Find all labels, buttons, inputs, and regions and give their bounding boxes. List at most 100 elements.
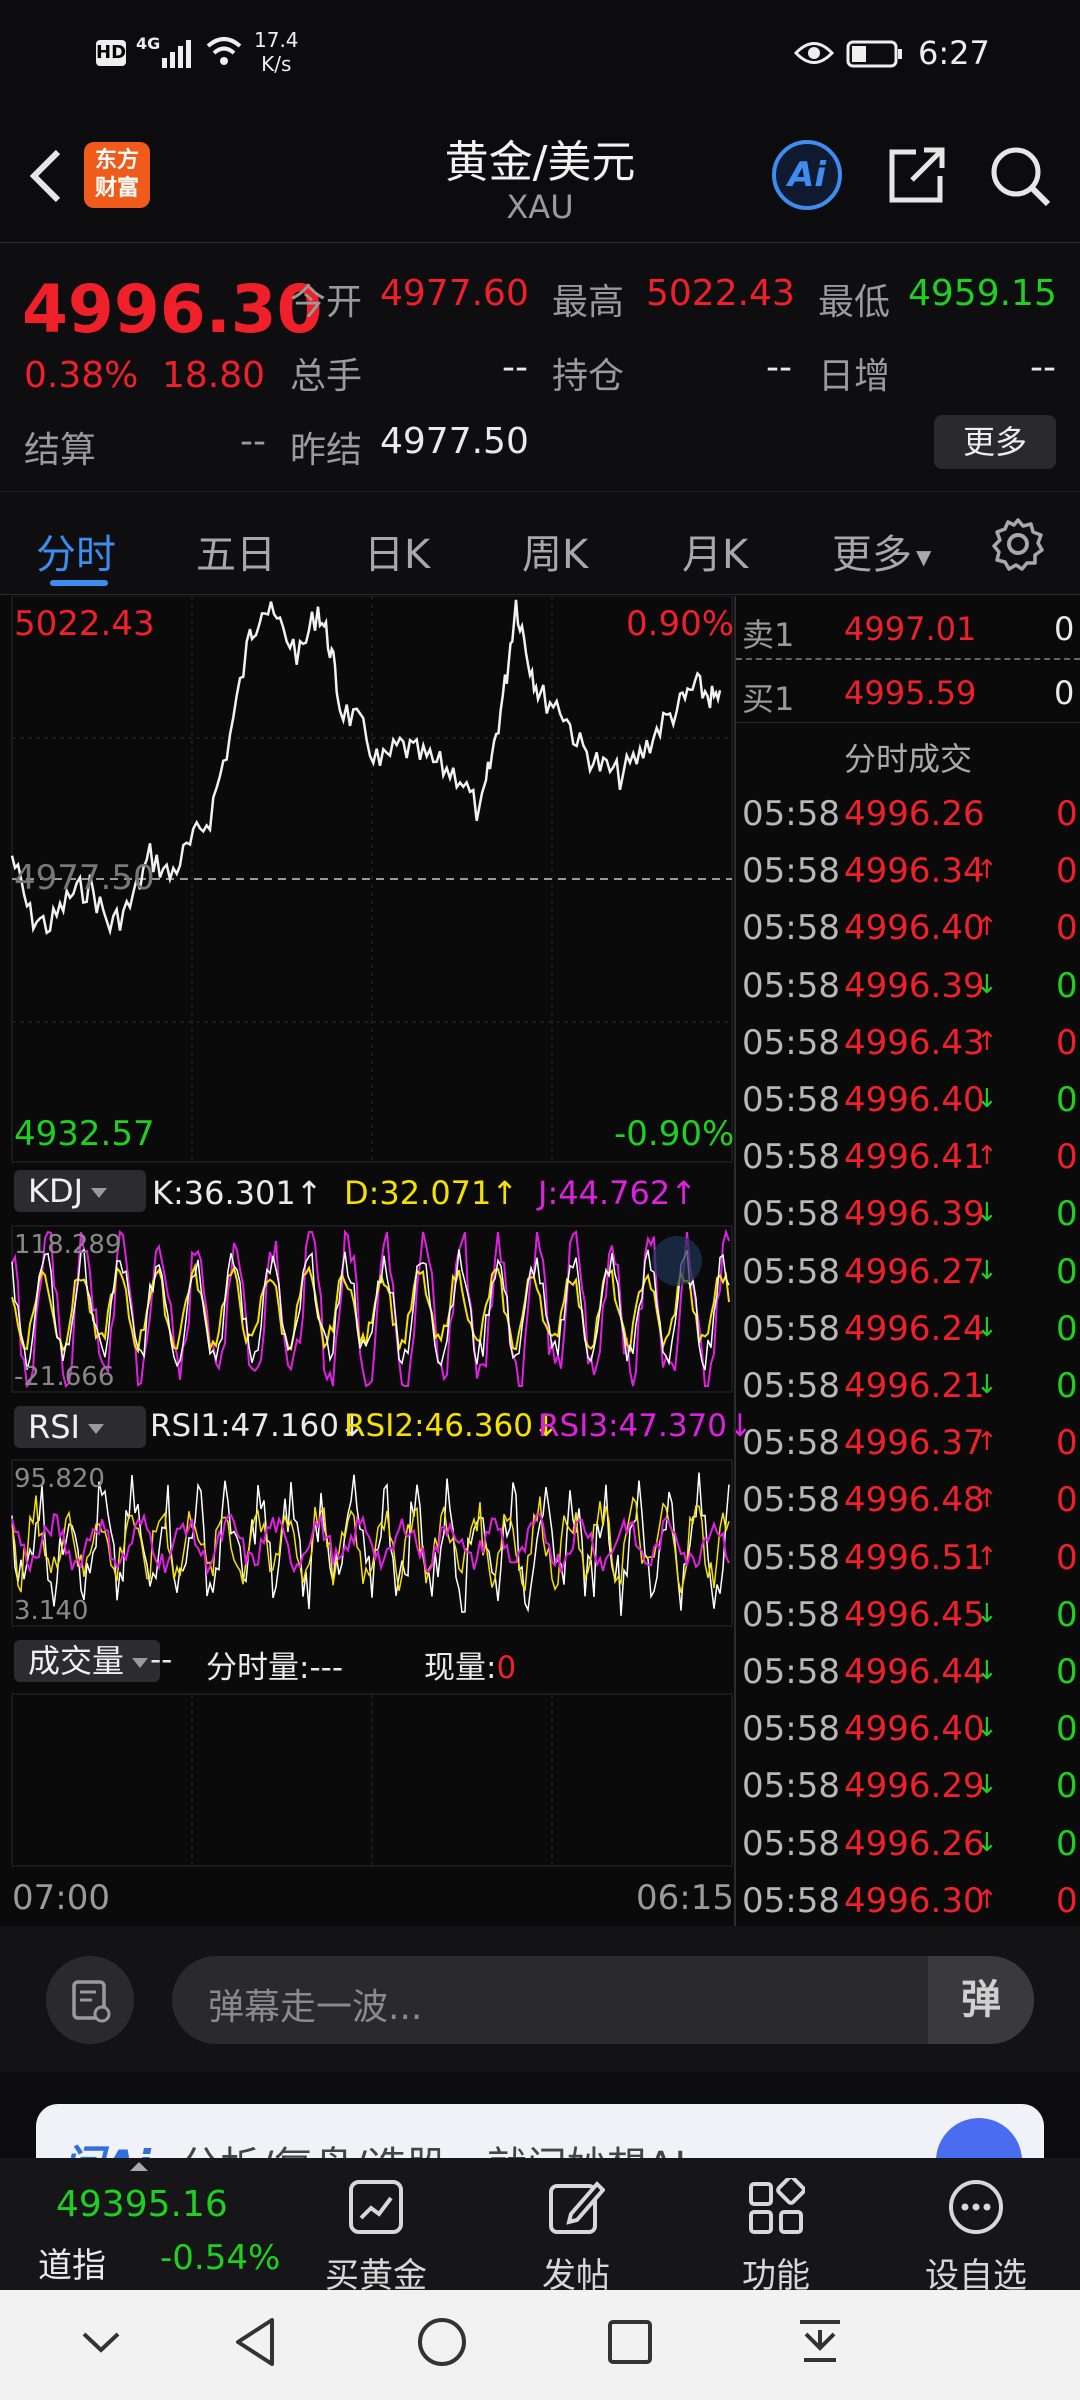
trade-row: 05:58 4996.26 ↓ 0 (740, 1816, 1080, 1873)
tab-intraday[interactable]: 分时 (36, 522, 116, 580)
nav-home-button[interactable] (414, 2314, 470, 2374)
danmaku-settings-button[interactable] (46, 1956, 134, 2044)
kdj-k-value: K:36.301↑ (152, 1174, 323, 1212)
buy1-price: 4995.59 (844, 674, 977, 712)
square-recents-icon (608, 2320, 652, 2364)
down-arrow-icon: ↓ (976, 1198, 998, 1229)
trade-price: 4996.40 (844, 908, 985, 949)
tab-more[interactable]: 更多 ▼ (832, 522, 931, 580)
search-icon (991, 147, 1051, 207)
rsi2-value: RSI2:46.360↓ (344, 1408, 559, 1444)
trade-time: 05:58 (742, 1823, 840, 1864)
trade-time: 05:58 (742, 794, 840, 834)
rsi1-line (11, 1472, 730, 1616)
settings-button[interactable] (990, 516, 1046, 576)
network-type: 4G (136, 34, 161, 53)
kdj-label: KDJ (28, 1172, 84, 1210)
back-button[interactable] (20, 146, 70, 206)
hd-icon: HD (96, 40, 126, 66)
now-volume-value: 0 (496, 1650, 517, 1686)
dropdown-icon (132, 1658, 149, 1668)
share-icon (889, 147, 945, 203)
circle-home-icon (418, 2318, 466, 2366)
trade-qty: 0 (1056, 1766, 1078, 1807)
trade-price: 4996.39 (844, 965, 985, 1006)
kdj-j-text: J:44.762 (538, 1174, 671, 1212)
trade-time: 05:58 (742, 1022, 840, 1063)
logo-text-1: 东方 (94, 148, 139, 173)
ai-button[interactable]: Ai (772, 140, 842, 210)
up-arrow-icon: ↑ (670, 1174, 697, 1212)
trade-time: 05:58 (742, 1080, 840, 1120)
orderbook-separator (736, 658, 1080, 660)
now-volume: 现量:0 (424, 1642, 516, 1687)
rsi-label: RSI (28, 1408, 80, 1446)
tab-five-day[interactable]: 五日 (196, 522, 276, 580)
tab-daily-k[interactable]: 日K (364, 522, 430, 580)
daily-inc-value: -- (1030, 347, 1056, 388)
add-watchlist-button[interactable]: 设自选 (896, 2178, 1056, 2297)
trade-time: 05:58 (742, 965, 840, 1006)
up-arrow-icon: ↑ (295, 1174, 323, 1212)
trade-row: 05:58 4996.45 ↓ 0 (740, 1587, 1080, 1644)
trade-price: 4996.37 (844, 1423, 985, 1464)
rsi-min-label: 3.140 (14, 1596, 89, 1626)
index-change: -0.54% (160, 2238, 281, 2278)
post-button[interactable]: 发帖 (496, 2178, 656, 2297)
position-value: -- (766, 347, 792, 388)
time-end-label: 06:15 (636, 1878, 734, 1918)
functions-button[interactable]: 功能 (696, 2175, 856, 2297)
watermark-logo (652, 1236, 702, 1286)
trade-qty: 0 (1056, 1080, 1078, 1120)
buy-gold-button[interactable]: 买黄金 (296, 2178, 456, 2297)
up-arrow-icon: ↑ (976, 855, 998, 886)
settle-label: 结算 (24, 430, 97, 471)
trade-time: 05:58 (742, 1537, 840, 1578)
dropdown-icon: ▼ (916, 545, 932, 569)
ref-price-label: 4977.50 (14, 858, 155, 898)
nav-recents-button[interactable] (604, 2316, 656, 2372)
trade-price: 4996.40 (844, 1080, 985, 1120)
volume-indicator-select[interactable]: 成交量 (14, 1640, 160, 1682)
trade-time: 05:58 (742, 1594, 840, 1635)
tab-monthly-k[interactable]: 月K (682, 522, 748, 580)
trade-time: 05:58 (742, 1137, 840, 1178)
trade-time: 05:58 (742, 1366, 840, 1406)
trade-time: 05:58 (742, 1194, 840, 1235)
last-price: 4996.30 (22, 271, 323, 348)
index-ticker[interactable]: 49395.16 道指 -0.54% (0, 2158, 296, 2290)
trade-time: 05:58 (742, 908, 840, 949)
grid-icon (749, 2175, 806, 2234)
danmaku-input[interactable]: 弹幕走一波... 弹 (172, 1956, 1034, 2044)
position-label: 持仓 (552, 356, 625, 397)
trade-qty: 0 (1056, 1251, 1078, 1292)
danmaku-bar: 弹幕走一波... 弹 (0, 1926, 1080, 2072)
nav-download-button[interactable] (792, 2314, 848, 2374)
trade-price: 4996.41 (844, 1137, 985, 1178)
up-arrow-icon: ↑ (976, 1026, 998, 1057)
share-button[interactable] (886, 144, 948, 210)
tab-weekly-k[interactable]: 周K (522, 522, 588, 580)
index-value: 49395.16 (56, 2184, 228, 2225)
danmaku-toggle-button[interactable]: 弹 (928, 1956, 1034, 2044)
nav-collapse-button[interactable] (76, 2322, 126, 2366)
kdj-indicator-select[interactable]: KDJ (14, 1170, 146, 1212)
search-button[interactable] (988, 144, 1052, 212)
trade-price: 4996.29 (844, 1766, 985, 1807)
rsi3-line (11, 1512, 730, 1577)
rsi-indicator-select[interactable]: RSI (14, 1406, 146, 1448)
trade-time: 05:58 (742, 851, 840, 892)
chevron-down-icon (82, 2332, 120, 2353)
up-arrow-icon: ↑ (491, 1174, 519, 1212)
app-logo[interactable]: 东方 财富 (84, 142, 150, 208)
prev-settle-label: 昨结 (290, 430, 363, 471)
settle-value: -- (240, 421, 266, 462)
trade-time: 05:58 (742, 1308, 840, 1349)
nav-back-button[interactable] (230, 2314, 280, 2374)
trade-row: 05:58 4996.30 ↑ 0 (740, 1873, 1080, 1930)
chart-area[interactable]: 5022.43 0.90% 4977.50 4932.57 -0.90% KDJ… (0, 596, 1080, 1926)
index-name: 道指 (38, 2246, 106, 2286)
up-arrow-icon: ↑ (976, 1541, 998, 1572)
rsi-max-label: 95.820 (14, 1464, 105, 1494)
more-button[interactable]: 更多 (934, 415, 1056, 469)
